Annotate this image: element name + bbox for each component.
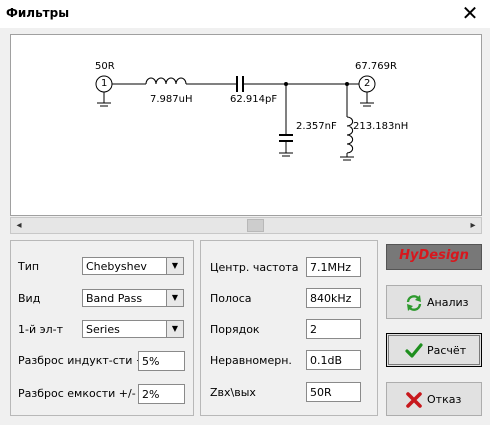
series-inductor-symbol bbox=[145, 77, 187, 85]
bandwidth-label: Полоса bbox=[210, 292, 252, 305]
first-element-select-value: Series bbox=[86, 323, 120, 336]
analyze-button[interactable]: Анализ bbox=[386, 285, 482, 319]
port2-impedance-label: 67.769R bbox=[355, 61, 397, 72]
order-label: Порядок bbox=[210, 323, 260, 336]
kind-select[interactable]: Band Pass ▼ bbox=[82, 289, 184, 307]
inductance-tolerance-label: Разброс индукт-сти +/- bbox=[18, 354, 153, 367]
schematic-panel: 50R 1 67.769R 2 7.987uH 62.914pF 2.357nF… bbox=[10, 34, 482, 216]
chevron-down-icon[interactable]: ▼ bbox=[166, 290, 183, 306]
center-frequency-input[interactable] bbox=[306, 257, 361, 277]
first-element-label: 1-й эл-т bbox=[18, 323, 64, 336]
refresh-icon bbox=[406, 295, 422, 311]
scroll-right-icon[interactable]: ▸ bbox=[465, 218, 481, 233]
title-bar: Фильтры ✕ bbox=[0, 0, 490, 28]
inductance-tolerance-input[interactable] bbox=[138, 351, 185, 371]
chevron-down-icon[interactable]: ▼ bbox=[166, 321, 183, 337]
ripple-label: Неравномерн. bbox=[210, 354, 292, 367]
scroll-thumb[interactable] bbox=[247, 219, 264, 232]
logo-text: HyDesign bbox=[399, 248, 469, 263]
shunt-inductor-label: 213.183nH bbox=[353, 121, 409, 132]
capacitance-tolerance-label: Разброс емкости +/- bbox=[18, 387, 136, 400]
ripple-input[interactable] bbox=[306, 350, 361, 370]
kind-label: Вид bbox=[18, 292, 41, 305]
hydesign-logo: HyDesign bbox=[386, 244, 482, 270]
filter-params-panel: Центр. частота Полоса Порядок Неравномер… bbox=[200, 240, 378, 416]
filters-dialog: Фильтры ✕ 50R 1 67.769R 2 7.987uH 62.914… bbox=[0, 0, 490, 425]
scroll-left-icon[interactable]: ◂ bbox=[11, 218, 27, 233]
shunt-inductor-symbol bbox=[346, 116, 354, 154]
type-select-value: Chebyshev bbox=[86, 260, 147, 273]
analyze-button-label: Анализ bbox=[427, 296, 469, 309]
x-icon bbox=[406, 392, 422, 408]
impedance-label: Zвх\вых bbox=[210, 386, 256, 399]
chevron-down-icon[interactable]: ▼ bbox=[166, 258, 183, 274]
series-capacitor-label: 62.914pF bbox=[230, 94, 278, 105]
first-element-select[interactable]: Series ▼ bbox=[82, 320, 184, 338]
cancel-button[interactable]: Отказ bbox=[386, 382, 482, 416]
center-frequency-label: Центр. частота bbox=[210, 261, 299, 274]
close-icon[interactable]: ✕ bbox=[458, 2, 482, 24]
schematic-drawing bbox=[95, 75, 376, 161]
type-label: Тип bbox=[18, 260, 40, 273]
bandwidth-input[interactable] bbox=[306, 288, 361, 308]
port1-impedance-label: 50R bbox=[95, 61, 115, 72]
port2-number: 2 bbox=[364, 78, 371, 89]
horizontal-scrollbar[interactable]: ◂ ▸ bbox=[10, 217, 482, 234]
shunt-capacitor-label: 2.357nF bbox=[296, 121, 337, 132]
calculate-button[interactable]: Расчёт bbox=[386, 333, 482, 367]
series-inductor-label: 7.987uH bbox=[150, 94, 193, 105]
cancel-button-label: Отказ bbox=[427, 393, 462, 406]
filter-type-panel: Тип Chebyshev ▼ Вид Band Pass ▼ 1-й эл-т… bbox=[10, 240, 194, 416]
capacitance-tolerance-input[interactable] bbox=[138, 384, 185, 404]
order-input[interactable] bbox=[306, 319, 361, 339]
impedance-input[interactable] bbox=[306, 382, 361, 402]
calculate-button-label: Расчёт bbox=[427, 344, 467, 357]
kind-select-value: Band Pass bbox=[86, 292, 143, 305]
type-select[interactable]: Chebyshev ▼ bbox=[82, 257, 184, 275]
check-icon bbox=[405, 343, 423, 358]
port1-number: 1 bbox=[101, 78, 108, 89]
window-title: Фильтры bbox=[6, 6, 70, 20]
